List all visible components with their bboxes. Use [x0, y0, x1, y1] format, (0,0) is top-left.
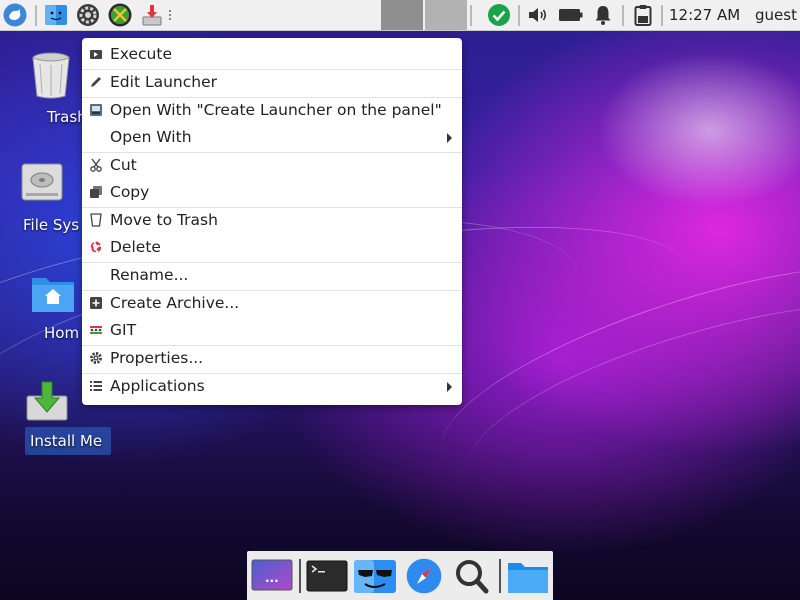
- list-icon: [90, 381, 102, 391]
- menu-item-copy[interactable]: Copy: [82, 180, 462, 206]
- desktop-icon-label: Install Me: [30, 432, 103, 450]
- context-menu: Execute Edit Launcher Open With "Create …: [82, 38, 462, 405]
- trash-small-icon: [90, 213, 102, 227]
- workspace-1-button[interactable]: [381, 0, 423, 30]
- menu-item-label: Open With: [110, 128, 192, 146]
- drive-icon: [21, 163, 63, 201]
- workspace-switcher-icon[interactable]: ...: [251, 557, 293, 595]
- menu-item-label: Applications: [110, 377, 205, 395]
- panel-separator: [622, 5, 624, 26]
- launcher-app-icon: [90, 104, 102, 116]
- compass-browser-icon[interactable]: [403, 557, 445, 595]
- whisker-menu-icon[interactable]: [3, 3, 27, 27]
- menu-item-delete[interactable]: Delete: [82, 235, 462, 261]
- desktop-icon-label: Trash: [47, 108, 87, 126]
- menu-item-label: Move to Trash: [110, 211, 218, 229]
- dock-separator: [499, 559, 501, 593]
- notification-bell-icon[interactable]: [591, 3, 615, 27]
- submenu-arrow-icon: [447, 133, 452, 143]
- menu-item-open-with[interactable]: Open With: [82, 125, 462, 151]
- desktop-icon-label: File Sys: [23, 216, 80, 234]
- home-folder-icon: [32, 278, 74, 312]
- top-panel: 12:27 AM guest: [0, 0, 800, 31]
- menu-item-label: Cut: [110, 156, 137, 174]
- menu-item-move-to-trash[interactable]: Move to Trash: [82, 208, 462, 234]
- tools-icon[interactable]: [108, 3, 132, 27]
- battery-icon[interactable]: [558, 3, 583, 27]
- menu-item-label: Open With "Create Launcher on the panel": [110, 101, 442, 119]
- scissors-icon: [90, 158, 102, 172]
- menu-item-execute[interactable]: Execute: [82, 42, 462, 68]
- dock: ...: [247, 551, 553, 600]
- panel-drag-handle[interactable]: [169, 10, 175, 20]
- magnifier-search-icon[interactable]: [451, 557, 493, 595]
- wallpaper-streak: [420, 223, 800, 518]
- pencil-icon: [91, 77, 101, 87]
- user-menu[interactable]: guest: [755, 6, 797, 24]
- git-icon: [90, 326, 102, 334]
- wallpaper-streak: [450, 263, 800, 538]
- menu-item-label: GIT: [110, 321, 137, 339]
- install-icon[interactable]: [140, 3, 164, 27]
- menu-item-create-archive[interactable]: Create Archive...: [82, 291, 462, 317]
- workspace-2-button[interactable]: [425, 0, 467, 30]
- workspace-label: ...: [265, 571, 279, 585]
- panel-separator: [35, 5, 37, 26]
- clipboard-icon[interactable]: [631, 3, 655, 27]
- submenu-arrow-icon: [447, 382, 452, 392]
- trash-icon: [32, 52, 70, 99]
- terminal-icon[interactable]: [306, 557, 348, 595]
- copy-icon: [90, 186, 102, 198]
- delete-icon: [90, 241, 102, 253]
- dock-separator: [299, 559, 301, 593]
- menu-item-label: Properties...: [110, 349, 204, 367]
- menu-item-label: Create Archive...: [110, 294, 240, 312]
- finder-face-icon[interactable]: [353, 557, 396, 595]
- menu-item-cut[interactable]: Cut: [82, 153, 462, 179]
- menu-item-label: Rename...: [110, 266, 189, 284]
- execute-icon: [90, 50, 102, 59]
- gear-icon: [90, 352, 102, 364]
- settings-icon[interactable]: [76, 3, 100, 27]
- clock[interactable]: 12:27 AM: [669, 6, 740, 24]
- archive-icon: [90, 297, 102, 309]
- panel-separator: [518, 5, 520, 26]
- menu-item-label: Edit Launcher: [110, 73, 217, 91]
- menu-item-edit-launcher[interactable]: Edit Launcher: [82, 70, 462, 96]
- menu-item-label: Delete: [110, 238, 161, 256]
- volume-icon[interactable]: [526, 3, 550, 27]
- menu-item-git[interactable]: GIT: [82, 318, 462, 344]
- checkmark-icon[interactable]: [487, 3, 511, 27]
- desktop-background[interactable]: 12:27 AM guest Trash File Sys Hom Instal…: [0, 0, 800, 600]
- menu-item-label: Copy: [110, 183, 150, 201]
- folder-icon[interactable]: [507, 557, 549, 595]
- menu-item-applications[interactable]: Applications: [82, 374, 462, 400]
- file-manager-icon[interactable]: [44, 3, 68, 27]
- menu-item-properties[interactable]: Properties...: [82, 346, 462, 372]
- menu-item-rename[interactable]: Rename...: [82, 263, 462, 289]
- menu-item-label: Execute: [110, 45, 172, 63]
- menu-item-open-with-launcher[interactable]: Open With "Create Launcher on the panel": [82, 98, 462, 124]
- desktop-icon-label: Hom: [44, 324, 80, 342]
- install-me-icon: [26, 381, 68, 421]
- panel-separator: [470, 5, 472, 26]
- panel-separator: [661, 5, 663, 26]
